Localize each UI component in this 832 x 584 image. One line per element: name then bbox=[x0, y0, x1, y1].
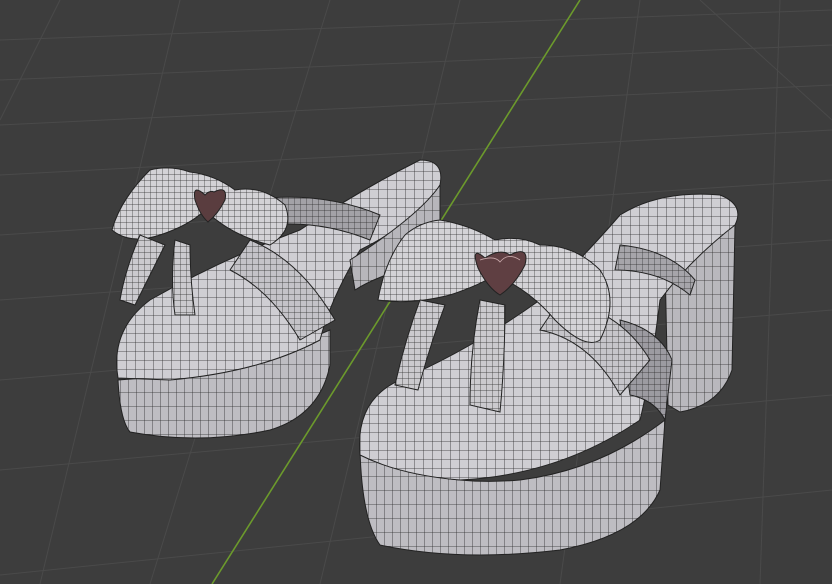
right-heart-charm[interactable] bbox=[474, 251, 527, 296]
right-sandal[interactable] bbox=[359, 193, 739, 556]
viewport-canvas[interactable] bbox=[0, 0, 832, 584]
3d-viewport[interactable] bbox=[0, 0, 832, 584]
